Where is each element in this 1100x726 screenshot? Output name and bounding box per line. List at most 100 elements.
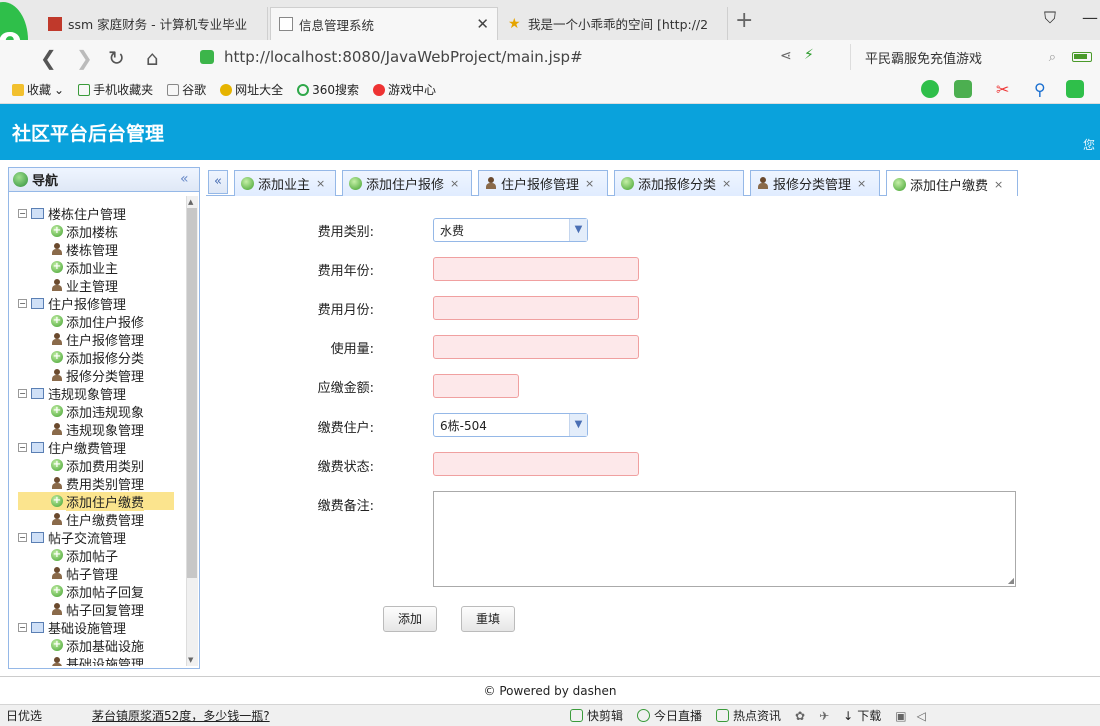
- bookmark-webnav[interactable]: 网址大全: [220, 81, 283, 98]
- close-tab-icon[interactable]: ×: [722, 177, 731, 190]
- pin-icon[interactable]: ✈: [819, 709, 829, 723]
- fee-year-input[interactable]: [433, 257, 639, 281]
- content-tab[interactable]: 添加住户缴费 ×: [886, 170, 1018, 197]
- search-icon[interactable]: ⌕: [1049, 50, 1056, 65]
- nav-item[interactable]: 住户缴费管理: [18, 510, 186, 529]
- status-item-news[interactable]: 热点资讯: [716, 707, 781, 724]
- nav-item[interactable]: + 添加楼栋: [18, 222, 186, 241]
- usage-input[interactable]: [433, 335, 639, 359]
- nav-item[interactable]: 费用类别管理: [18, 474, 186, 493]
- bookmark-games[interactable]: 游戏中心: [373, 81, 436, 98]
- nav-item[interactable]: + 添加违规现象: [18, 402, 186, 421]
- collapse-toggle-icon[interactable]: −: [18, 298, 27, 308]
- resident-select[interactable]: 6栋-504 ▼: [433, 413, 588, 437]
- tabs-scroll-left-button[interactable]: «: [208, 170, 228, 194]
- url-field[interactable]: http://localhost:8080/JavaWebProject/mai…: [200, 44, 820, 70]
- nav-item[interactable]: 帖子回复管理: [18, 600, 186, 619]
- bookmark-favorites[interactable]: 收藏 ⌄: [12, 81, 64, 98]
- status-input[interactable]: [433, 452, 639, 476]
- refresh-icon[interactable]: ↻: [108, 46, 125, 70]
- browser-tab-1[interactable]: ssm 家庭财务 - 计算机专业毕业: [40, 7, 268, 40]
- nav-group[interactable]: − 楼栋住户管理: [18, 204, 186, 223]
- bookmark-360search[interactable]: 360搜索: [297, 81, 359, 98]
- close-tab-icon[interactable]: ×: [450, 177, 459, 190]
- nav-collapse-button[interactable]: «: [180, 171, 189, 187]
- nav-group[interactable]: − 住户报修管理: [18, 294, 186, 313]
- close-tab-icon[interactable]: ×: [585, 177, 594, 190]
- cast-icon[interactable]: ▣: [895, 709, 906, 723]
- status-item-download[interactable]: ↓ 下载: [843, 707, 881, 724]
- collapse-toggle-icon[interactable]: −: [18, 208, 27, 218]
- collapse-toggle-icon[interactable]: −: [18, 622, 27, 632]
- add-button[interactable]: 添加: [383, 606, 437, 632]
- settings-icon[interactable]: ✿: [795, 709, 805, 723]
- nav-item[interactable]: 违规现象管理: [18, 420, 186, 439]
- fee-month-input[interactable]: [433, 296, 639, 320]
- back-icon[interactable]: ❮: [40, 46, 57, 70]
- reset-button[interactable]: 重填: [461, 606, 515, 632]
- collapse-toggle-icon[interactable]: −: [18, 532, 27, 542]
- amount-input[interactable]: [433, 374, 519, 398]
- content-tab[interactable]: 添加报修分类 ×: [614, 170, 744, 196]
- chevron-down-icon[interactable]: ▼: [569, 219, 587, 241]
- collapse-toggle-icon[interactable]: −: [18, 442, 27, 452]
- chat-icon[interactable]: [921, 80, 939, 98]
- translate-icon[interactable]: [954, 80, 972, 98]
- gamepad-icon[interactable]: [1066, 80, 1084, 98]
- nav-group[interactable]: − 住户缴费管理: [18, 438, 186, 457]
- minimize-icon[interactable]: —: [1082, 8, 1098, 27]
- scroll-down-icon[interactable]: ▼: [188, 656, 193, 664]
- memo-textarea[interactable]: ◢: [433, 491, 1016, 587]
- nav-item[interactable]: 楼栋管理: [18, 240, 186, 259]
- close-tab-icon[interactable]: ×: [316, 177, 325, 190]
- nav-item[interactable]: 住户报修管理: [18, 330, 186, 349]
- shirt-skin-icon[interactable]: ⛉: [1044, 8, 1056, 28]
- nav-item[interactable]: + 添加帖子: [18, 546, 186, 565]
- nav-item[interactable]: + 添加帖子回复: [18, 582, 186, 601]
- nav-group[interactable]: − 违规现象管理: [18, 384, 186, 403]
- lightning-icon[interactable]: ⚡: [804, 47, 814, 63]
- volume-icon[interactable]: ◁: [917, 709, 926, 723]
- nav-item[interactable]: + 添加业主: [18, 258, 186, 277]
- content-tab[interactable]: 添加业主 ×: [234, 170, 336, 196]
- share-icon[interactable]: ⋖: [780, 48, 792, 64]
- status-item-clip[interactable]: 快剪辑: [570, 707, 623, 724]
- nav-scrollbar-thumb[interactable]: [187, 208, 197, 578]
- status-item-live[interactable]: 今日直播: [637, 707, 702, 724]
- phone-icon: [78, 83, 91, 96]
- close-tab-icon[interactable]: ×: [994, 178, 1003, 191]
- search-input[interactable]: 平民霸服免充值游戏 ⌕: [850, 44, 1062, 70]
- nav-item[interactable]: 帖子管理: [18, 564, 186, 583]
- bookmark-mobile[interactable]: 手机收藏夹: [78, 81, 153, 98]
- nav-item[interactable]: + 添加住户缴费: [18, 491, 174, 511]
- scroll-up-icon[interactable]: ▲: [188, 198, 193, 206]
- nav-item[interactable]: 业主管理: [18, 276, 186, 295]
- new-tab-button[interactable]: +: [735, 8, 753, 33]
- scissors-icon[interactable]: ✂: [996, 80, 1014, 99]
- content-tab[interactable]: 报修分类管理 ×: [750, 170, 880, 196]
- nav-item[interactable]: 报修分类管理: [18, 366, 186, 385]
- nav-group[interactable]: − 帖子交流管理: [18, 528, 186, 547]
- nav-item[interactable]: + 添加住户报修: [18, 312, 186, 331]
- status-news-link[interactable]: 茅台镇原浆酒52度，多少钱一瓶?: [92, 707, 562, 724]
- close-tab-icon[interactable]: ×: [857, 177, 866, 190]
- nav-group[interactable]: − 基础设施管理: [18, 618, 186, 637]
- browser-tab-2[interactable]: 信息管理系统 ✕: [270, 7, 498, 40]
- nav-item[interactable]: 基础设施管理: [18, 654, 186, 666]
- magnifier-icon[interactable]: ⚲: [1034, 80, 1052, 99]
- bookmark-google[interactable]: 谷歌: [167, 81, 206, 98]
- nav-item[interactable]: + 添加费用类别: [18, 456, 186, 475]
- collapse-toggle-icon[interactable]: −: [18, 388, 27, 398]
- content-tab[interactable]: 添加住户报修 ×: [342, 170, 472, 196]
- fee-type-select[interactable]: 水费 ▼: [433, 218, 588, 242]
- close-tab-icon[interactable]: ✕: [470, 15, 489, 33]
- forward-icon[interactable]: ❯: [76, 46, 93, 70]
- content-tab[interactable]: 住户报修管理 ×: [478, 170, 608, 196]
- resize-grip-icon[interactable]: ◢: [1008, 576, 1014, 585]
- chevron-down-icon[interactable]: ▼: [569, 414, 587, 436]
- home-icon[interactable]: ⌂: [146, 46, 159, 70]
- nav-item[interactable]: + 添加报修分类: [18, 348, 186, 367]
- browser-tab-3[interactable]: ★ 我是一个小乖乖的空间 [http://2: [500, 7, 728, 40]
- status-left-text[interactable]: 日优选: [6, 707, 76, 724]
- nav-item[interactable]: + 添加基础设施: [18, 636, 186, 655]
